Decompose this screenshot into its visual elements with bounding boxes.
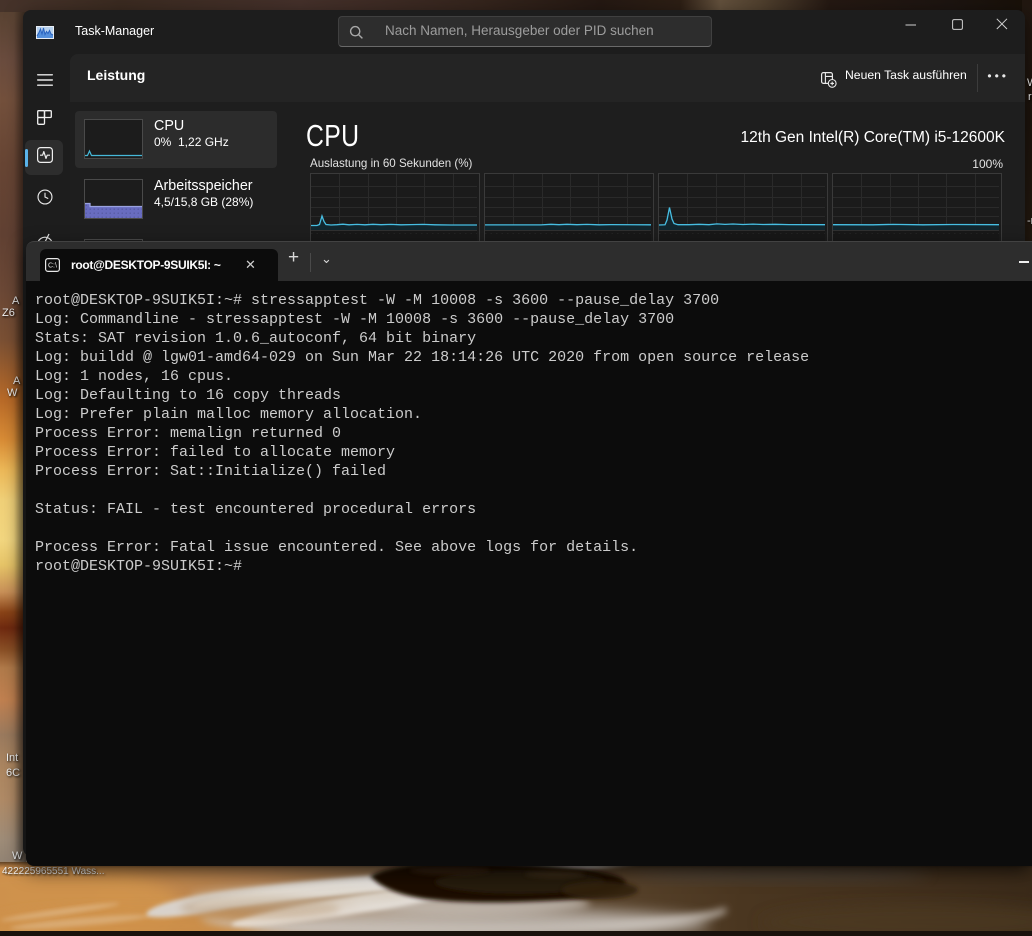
svg-text:C:\: C:\ — [48, 263, 57, 270]
